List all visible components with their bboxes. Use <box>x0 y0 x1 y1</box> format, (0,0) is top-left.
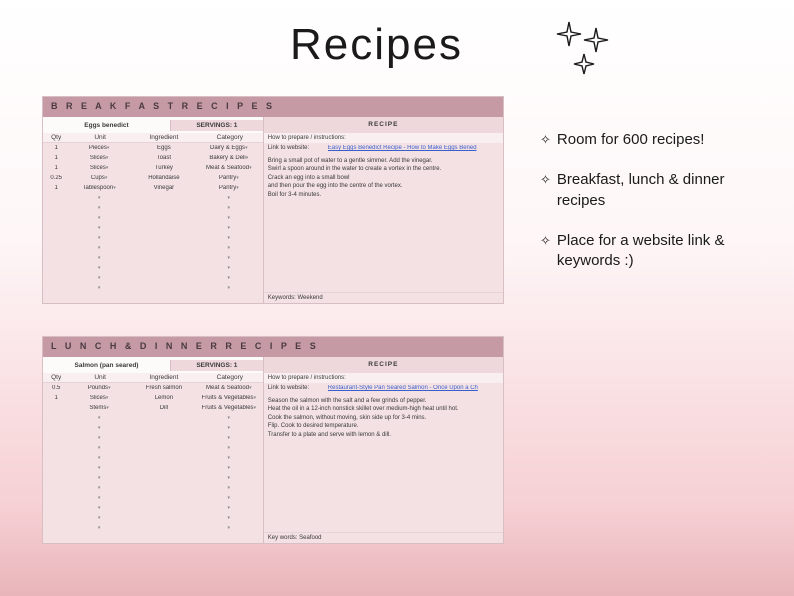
table-row: ▾▾ <box>43 473 263 483</box>
bullet-text: Place for a website link & keywords :) <box>557 231 760 272</box>
recipe-name: Salmon (pan seared) <box>43 360 170 371</box>
recipe-link[interactable]: Restaurant-Style Pan Seared Salmon - Onc… <box>328 385 499 391</box>
recipe-label: RECIPE <box>264 357 503 373</box>
recipe-name: Eggs benedict <box>43 120 170 131</box>
ingredient-list: 1Pieces▾EggsDairy & Eggs▾1Slices▾ToastBa… <box>43 143 263 303</box>
card-header: L U N C H & D I N N E R R E C I P E S <box>43 337 503 357</box>
table-row: ▾▾ <box>43 463 263 473</box>
table-row: 1Pieces▾EggsDairy & Eggs▾ <box>43 143 263 153</box>
breakfast-recipe-card: B R E A K F A S T R E C I P E S Eggs ben… <box>42 96 504 304</box>
keywords-row: Keywords: Weekend <box>264 292 503 303</box>
servings-cell: SERVINGS: 1 <box>170 360 263 371</box>
table-row: ▾▾ <box>43 273 263 283</box>
table-row: 1Slices▾TurkeyMeat & Seafood▾ <box>43 163 263 173</box>
table-row: ▾▾ <box>43 523 263 533</box>
table-row: ▾▾ <box>43 243 263 253</box>
how-to-label: How to prepare / instructions: <box>264 373 503 383</box>
table-row: ▾▾ <box>43 283 263 293</box>
lunch-dinner-recipe-card: L U N C H & D I N N E R R E C I P E S Sa… <box>42 336 504 544</box>
table-row: ▾▾ <box>43 453 263 463</box>
column-header: Qty Unit Ingredient Category <box>43 373 263 383</box>
bullet-text: Room for 600 recipes! <box>557 130 705 150</box>
table-row: ▾▾ <box>43 263 263 273</box>
sparkle-icon: ✧ <box>540 130 551 150</box>
sparkle-icon: ✧ <box>540 170 551 211</box>
table-row: ▾▾ <box>43 443 263 453</box>
table-row: ▾▾ <box>43 223 263 233</box>
table-row: ▾▾ <box>43 493 263 503</box>
table-row: ▾▾ <box>43 433 263 443</box>
link-label: Link to website: <box>268 385 328 391</box>
table-row: ▾▾ <box>43 483 263 493</box>
table-row: ▾▾ <box>43 423 263 433</box>
table-row: 0.5Pounds▾Fresh salmonMeat & Seafood▾ <box>43 383 263 393</box>
table-row: ▾▾ <box>43 513 263 523</box>
link-label: Link to website: <box>268 145 328 151</box>
how-to-label: How to prepare / instructions: <box>264 133 503 143</box>
table-row: ▾▾ <box>43 193 263 203</box>
recipe-link[interactable]: Easy Eggs Benedict Recipe - How to Make … <box>328 145 499 151</box>
servings-cell: SERVINGS: 1 <box>170 120 263 131</box>
sparkle-icon: ✧ <box>540 231 551 272</box>
table-row: ▾▾ <box>43 213 263 223</box>
instructions: Season the salmon with the salt and a fe… <box>264 393 503 532</box>
table-row: 0.25Cups▾HollandaisePantry▾ <box>43 173 263 183</box>
table-row: ▾▾ <box>43 253 263 263</box>
page-title: Recipes <box>290 20 463 70</box>
table-row: ▾▾ <box>43 203 263 213</box>
instructions: Bring a small pot of water to a gentle s… <box>264 153 503 292</box>
table-row: Stems▾DillFruits & Vegetables▾ <box>43 403 263 413</box>
table-row: 1Slices▾LemonFruits & Vegetables▾ <box>43 393 263 403</box>
bullet-text: Breakfast, lunch & dinner recipes <box>557 170 760 211</box>
table-row: 1Tablespoon▾VinegarPantry▾ <box>43 183 263 193</box>
sparkle-icon <box>554 20 614 76</box>
table-row: 1Slices▾ToastBakery & Deli▾ <box>43 153 263 163</box>
ingredient-list: 0.5Pounds▾Fresh salmonMeat & Seafood▾1Sl… <box>43 383 263 543</box>
keywords-row: Key words: Seafood <box>264 532 503 543</box>
table-row: ▾▾ <box>43 503 263 513</box>
column-header: Qty Unit Ingredient Category <box>43 133 263 143</box>
feature-bullets: ✧Room for 600 recipes! ✧Breakfast, lunch… <box>540 130 760 291</box>
card-header: B R E A K F A S T R E C I P E S <box>43 97 503 117</box>
table-row: ▾▾ <box>43 413 263 423</box>
table-row: ▾▾ <box>43 233 263 243</box>
recipe-label: RECIPE <box>264 117 503 133</box>
